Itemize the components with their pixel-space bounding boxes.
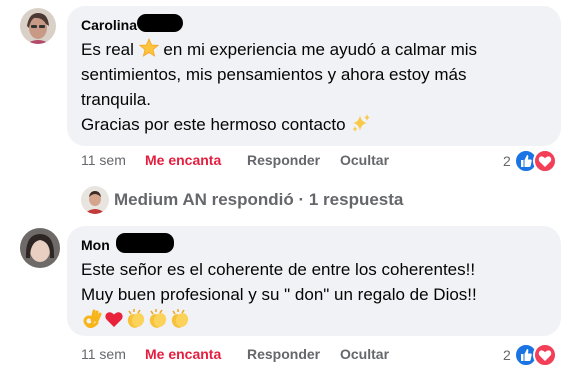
reply-button[interactable]: Responder (247, 346, 320, 362)
avatar-photo (81, 186, 109, 214)
clapping-hands-emoji (171, 309, 189, 328)
redacted-name (137, 14, 183, 32)
love-reaction-icon (533, 149, 557, 173)
comment-timestamp[interactable]: 11 sem (81, 346, 126, 362)
comment-text-line: Este señor es el coherente de entre los … (81, 260, 476, 279)
comment-text-line: Gracias por este hermoso contacto (81, 113, 372, 136)
comment-text-line: Muy buen profesional y su " don" un rega… (81, 285, 477, 304)
hide-button[interactable]: Ocultar (340, 346, 389, 362)
redacted-name (116, 233, 174, 253)
emoji-row (81, 308, 191, 333)
view-replies-link[interactable]: Medium AN respondió · 1 respuesta (114, 190, 403, 210)
replier-avatar[interactable] (81, 186, 109, 214)
comment-author[interactable]: Mon (81, 237, 110, 253)
love-reaction-icon (533, 343, 557, 367)
comment-timestamp[interactable]: 11 sem (81, 152, 126, 168)
red-heart-emoji (105, 312, 123, 327)
comment-actions: 11 sem Me encanta Responder Ocultar (81, 346, 389, 364)
comment-text-line: Es real en mi experiencia me ayudó a cal… (81, 38, 478, 59)
comment-actions: 11 sem Me encanta Responder Ocultar (81, 152, 389, 170)
star-emoji (138, 38, 159, 57)
reaction-count[interactable]: 2 (503, 347, 511, 363)
avatar-photo (20, 228, 60, 268)
avatar-photo (20, 8, 56, 44)
reply-button[interactable]: Responder (247, 152, 320, 168)
comment-text-line: tranquila. (81, 90, 151, 109)
comment-author[interactable]: Carolina (81, 17, 137, 33)
hide-button[interactable]: Ocultar (340, 152, 389, 168)
commenter-avatar[interactable] (20, 228, 60, 268)
commenter-avatar[interactable] (20, 8, 56, 44)
clapping-hands-emoji (149, 309, 167, 328)
reaction-count[interactable]: 2 (503, 153, 511, 169)
comment-text-line: sentimientos, mis pensamientos y ahora e… (81, 65, 467, 84)
love-reaction-button[interactable]: Me encanta (145, 152, 221, 168)
ok-hand-emoji (83, 309, 102, 329)
love-reaction-button[interactable]: Me encanta (145, 346, 221, 362)
clapping-hands-emoji (127, 309, 145, 328)
sparkles-emoji (352, 114, 371, 132)
